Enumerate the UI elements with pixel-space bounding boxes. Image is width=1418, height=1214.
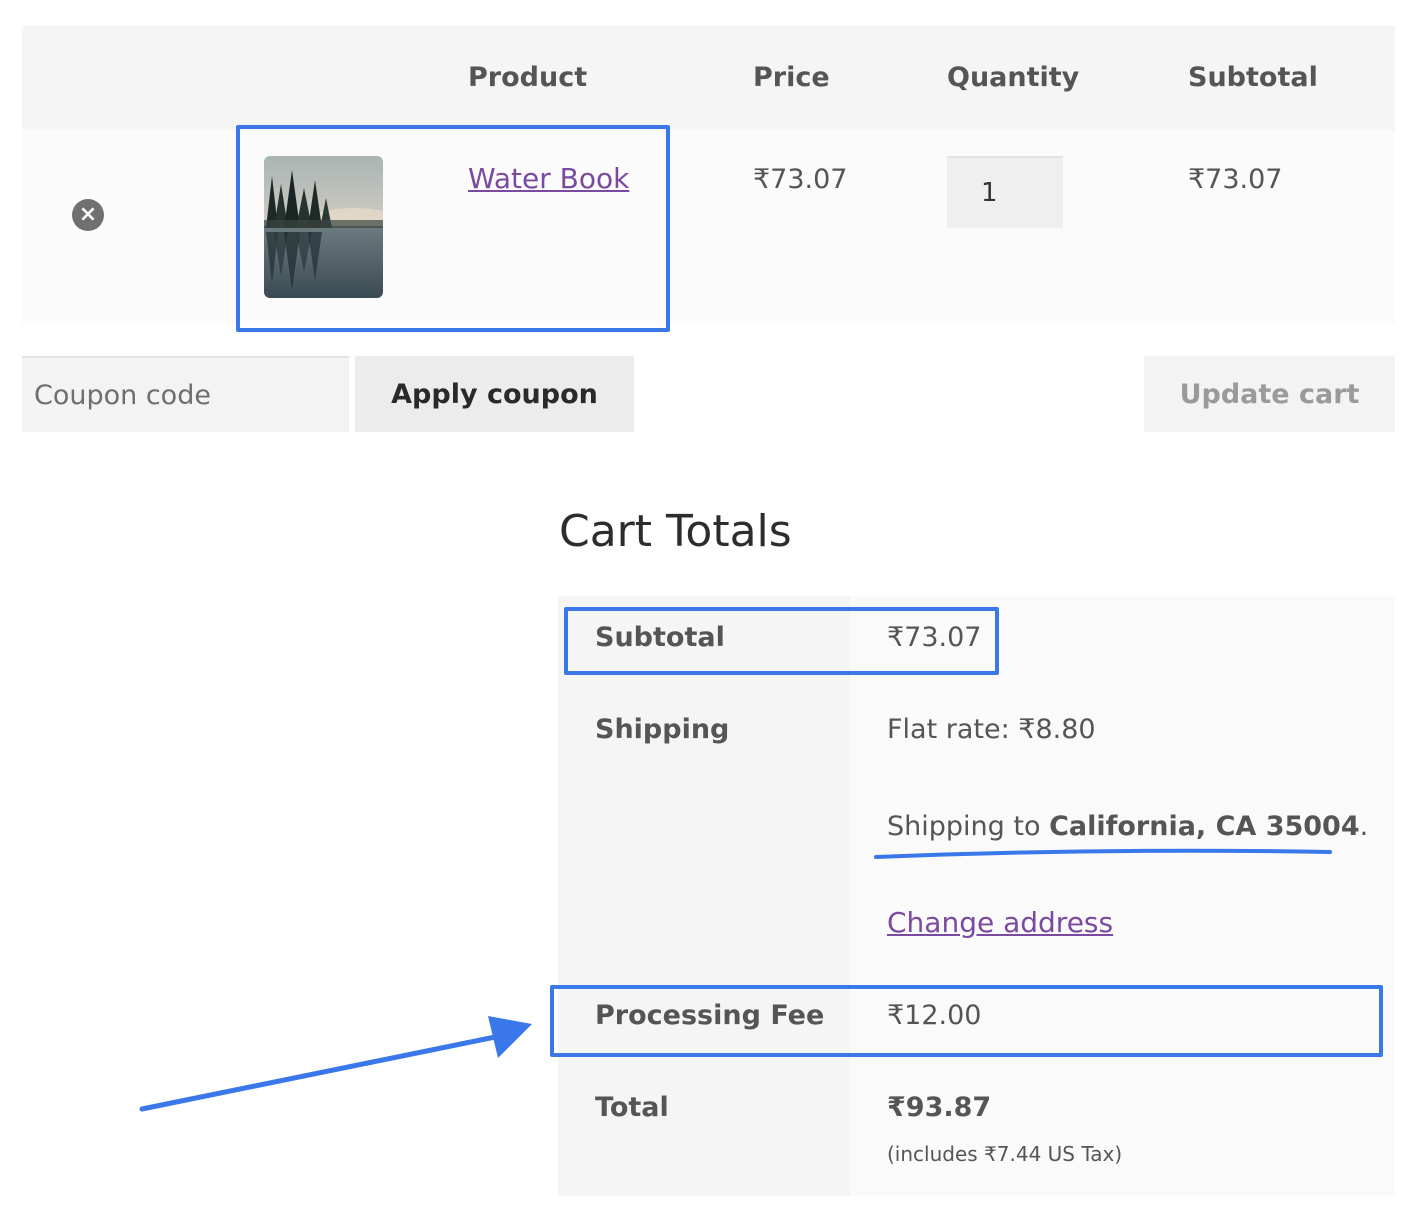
shipping-underline bbox=[874, 848, 1332, 859]
annotation-overlay bbox=[139, 848, 1332, 1112]
arrow-icon bbox=[139, 1016, 532, 1112]
